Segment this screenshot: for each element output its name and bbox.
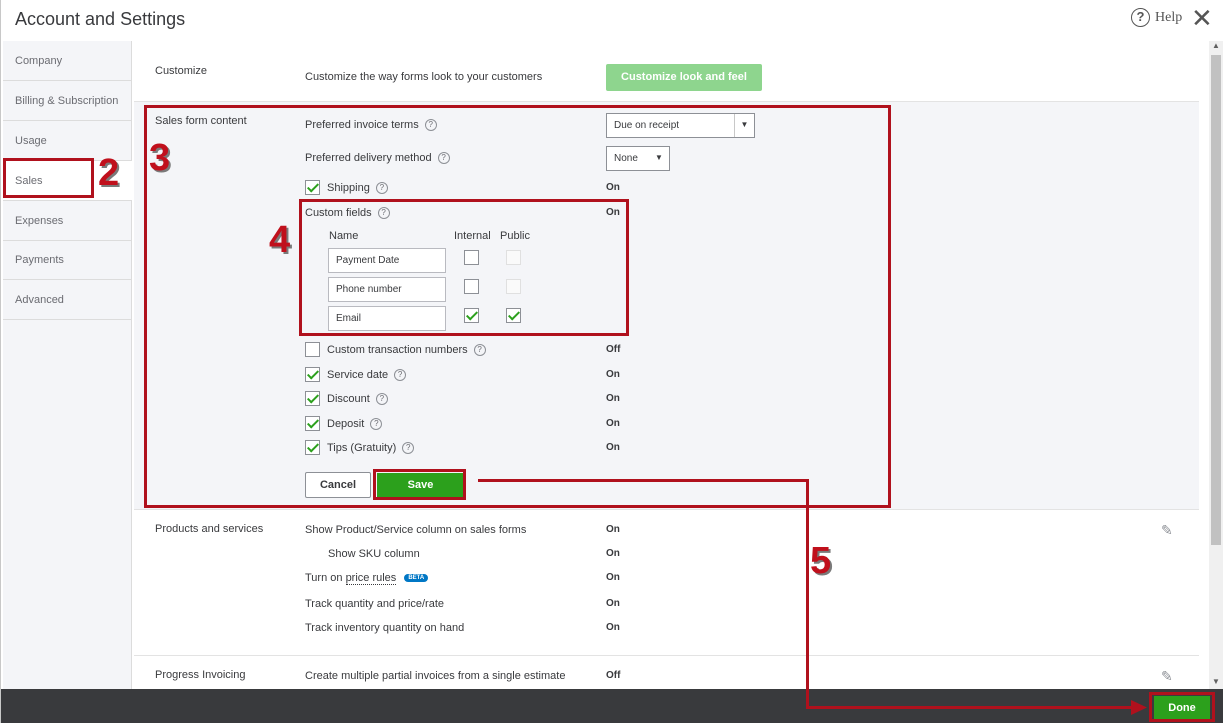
product-option-label: Show Product/Service column on sales for…: [305, 524, 527, 536]
option-status: On: [606, 572, 620, 583]
help-label: Help: [1155, 9, 1183, 25]
annotation-step-2: 2: [98, 152, 120, 194]
section-label: Progress Invoicing: [155, 669, 246, 681]
pencil-icon[interactable]: ✎: [1161, 668, 1173, 685]
settings-sidebar: Company Billing & Subscription Usage Sal…: [3, 41, 132, 691]
option-status: On: [606, 598, 620, 609]
customize-section: Customize Customize the way forms look t…: [134, 41, 1199, 102]
product-option-label: Track quantity and price/rate: [305, 598, 444, 610]
sidebar-item-company[interactable]: Company: [3, 41, 132, 81]
customize-look-button[interactable]: Customize look and feel: [606, 64, 762, 91]
annotation-step-5: 5: [810, 540, 832, 582]
section-label: Customize: [155, 65, 207, 77]
scroll-up-arrow-icon[interactable]: ▲: [1209, 41, 1223, 53]
vertical-scrollbar[interactable]: ▲ ▼: [1209, 41, 1223, 691]
annotation-step-4: 4: [269, 219, 291, 261]
progress-description: Create multiple partial invoices from a …: [305, 670, 566, 682]
page-title: Account and Settings: [15, 9, 186, 29]
progress-status: Off: [606, 670, 621, 681]
products-services-section: Products and services Show Product/Servi…: [134, 510, 1199, 656]
annotation-box-sales: [3, 158, 94, 198]
sidebar-item-payments[interactable]: Payments: [3, 240, 132, 280]
annotation-connector-line: [806, 479, 809, 709]
scroll-thumb[interactable]: [1211, 55, 1221, 545]
annotation-arrowhead-icon: [1131, 700, 1147, 715]
option-text: Turn on: [305, 572, 346, 584]
sidebar-item-expenses[interactable]: Expenses: [3, 201, 132, 241]
option-status: On: [606, 622, 620, 633]
option-status: On: [606, 524, 620, 535]
section-label: Products and services: [155, 523, 264, 535]
pencil-icon[interactable]: ✎: [1161, 522, 1173, 539]
annotation-connector-line: [806, 706, 1136, 709]
help-circle-icon: ?: [1131, 8, 1150, 27]
sidebar-item-billing[interactable]: Billing & Subscription: [3, 81, 132, 121]
customize-description: Customize the way forms look to your cus…: [305, 71, 543, 83]
product-option-label: Show SKU column: [328, 548, 420, 560]
product-option-label: Track inventory quantity on hand: [305, 622, 465, 634]
annotation-box-save: [373, 469, 466, 500]
annotation-step-3: 3: [149, 137, 171, 179]
price-rules-label: Turn on price rules BETA: [305, 572, 429, 585]
scroll-down-arrow-icon[interactable]: ▼: [1209, 677, 1223, 689]
sidebar-item-advanced[interactable]: Advanced: [3, 280, 132, 320]
annotation-box-done: [1149, 692, 1215, 722]
settings-window: Account and Settings ? Help ✕ Company Bi…: [0, 0, 1223, 723]
option-status: On: [606, 548, 620, 559]
annotation-connector-line: [478, 479, 809, 482]
progress-invoicing-section: Progress Invoicing Create multiple parti…: [134, 656, 1199, 691]
help-button[interactable]: ? Help: [1131, 8, 1182, 27]
price-rules-link[interactable]: price rules: [345, 572, 397, 585]
close-icon[interactable]: ✕: [1191, 4, 1213, 32]
header-bar: Account and Settings ? Help ✕: [1, 0, 1223, 40]
beta-badge: BETA: [404, 574, 429, 582]
annotation-box-custom-fields: [299, 199, 629, 336]
